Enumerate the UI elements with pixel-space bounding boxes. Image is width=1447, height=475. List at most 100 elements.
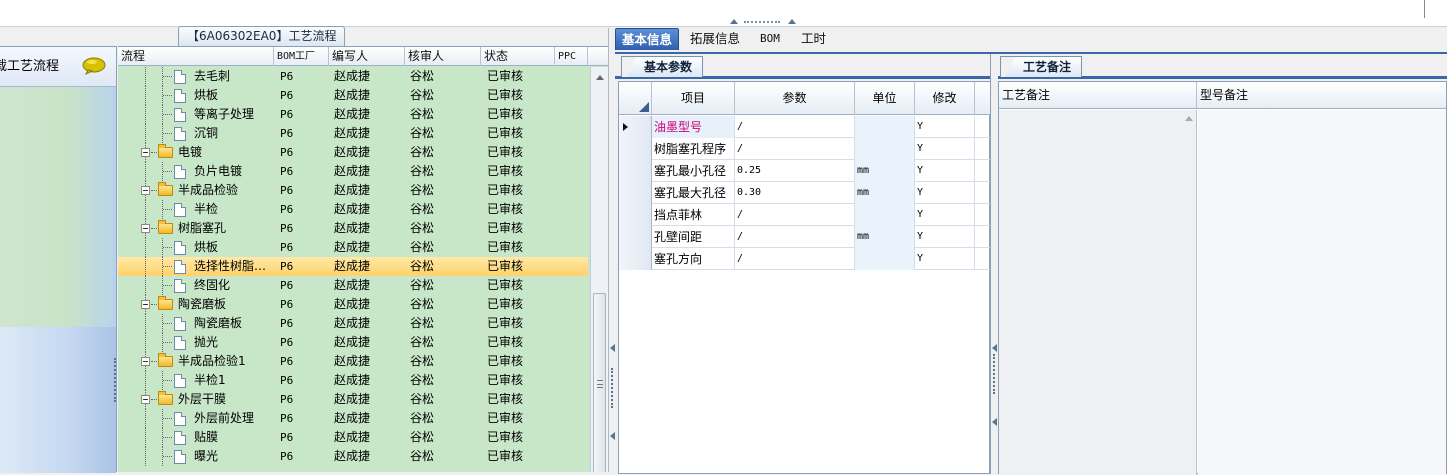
tree-group-row[interactable]: 电镀 P6 赵成捷 谷松 已审核 <box>118 143 588 162</box>
collapse-node-icon[interactable] <box>141 186 150 195</box>
row-indicator[interactable] <box>619 116 652 138</box>
tab-process-remarks[interactable]: 工艺备注 <box>1000 56 1083 77</box>
param-item-cell[interactable]: 塞孔方向 <box>652 248 735 270</box>
right-splitter-grip-icon[interactable] <box>993 354 996 394</box>
scroll-up-icon[interactable] <box>596 75 604 80</box>
tree-row[interactable]: 沉铜 P6 赵成捷 谷松 已审核 <box>118 124 588 143</box>
tree-node[interactable]: 贴膜 <box>118 428 274 447</box>
param-value-cell[interactable]: 0.25 <box>735 160 855 182</box>
collapse-node-icon[interactable] <box>141 395 150 404</box>
param-unit-cell[interactable] <box>855 116 915 138</box>
column-header-param[interactable]: 参数 <box>735 82 855 115</box>
column-header-auditor[interactable]: 核审人 <box>405 47 481 66</box>
row-indicator[interactable] <box>619 248 652 270</box>
tree-group-row[interactable]: 树脂塞孔 P6 赵成捷 谷松 已审核 <box>118 219 588 238</box>
tree-row[interactable]: 烘板 P6 赵成捷 谷松 已审核 <box>118 238 588 257</box>
param-row[interactable]: 塞孔最大孔径 0.30 mm Y <box>619 182 991 204</box>
tree-node[interactable]: 陶瓷磨板 <box>118 314 274 333</box>
param-row[interactable]: 挡点菲林 / Y <box>619 204 991 226</box>
collapse-left-icon[interactable] <box>992 344 997 352</box>
param-row[interactable]: 树脂塞孔程序 / Y <box>619 138 991 160</box>
param-value-cell[interactable]: / <box>735 204 855 226</box>
column-header-model-remark[interactable]: 型号备注 <box>1197 82 1446 109</box>
tree-row[interactable]: 终固化 P6 赵成捷 谷松 已审核 <box>118 276 588 295</box>
param-modify-cell[interactable]: Y <box>915 138 975 160</box>
splitter-grip-icon[interactable] <box>744 21 780 24</box>
chat-bubble-icon[interactable] <box>82 57 106 75</box>
tab-basic-params[interactable]: 基本参数 <box>621 56 704 77</box>
row-indicator-header[interactable] <box>619 82 652 115</box>
tab-basic-info[interactable]: 基本信息 <box>615 28 680 50</box>
tree-node[interactable]: 外层前处理 <box>118 409 274 428</box>
param-modify-cell[interactable]: Y <box>915 226 975 248</box>
tree-row[interactable]: 烘板 P6 赵成捷 谷松 已审核 <box>118 86 588 105</box>
param-item-cell[interactable]: 挡点菲林 <box>652 204 735 226</box>
collapse-node-icon[interactable] <box>141 148 150 157</box>
tree-row[interactable]: 曝光 P6 赵成捷 谷松 已审核 <box>118 447 588 466</box>
tree-row[interactable]: 半检 P6 赵成捷 谷松 已审核 <box>118 200 588 219</box>
right-splitter[interactable] <box>990 54 998 474</box>
tree-row[interactable]: 半检1 P6 赵成捷 谷松 已审核 <box>118 371 588 390</box>
column-header-writer[interactable]: 编写人 <box>329 47 405 66</box>
tree-node[interactable]: 抛光 <box>118 333 274 352</box>
tree-row[interactable]: 等离子处理 P6 赵成捷 谷松 已审核 <box>118 105 588 124</box>
tree-row[interactable]: 陶瓷磨板 P6 赵成捷 谷松 已审核 <box>118 314 588 333</box>
row-indicator[interactable] <box>619 226 652 248</box>
collapse-node-icon[interactable] <box>141 224 150 233</box>
row-indicator[interactable] <box>619 138 652 160</box>
param-unit-cell[interactable] <box>855 248 915 270</box>
main-splitter-grip-icon[interactable] <box>611 368 614 408</box>
select-all-corner-icon[interactable] <box>639 102 649 112</box>
param-item-cell[interactable]: 塞孔最小孔径 <box>652 160 735 182</box>
tab-extended-info[interactable]: 拓展信息 <box>684 28 746 50</box>
param-row[interactable]: 塞孔方向 / Y <box>619 248 991 270</box>
column-header-unit[interactable]: 单位 <box>855 82 915 115</box>
tree-node[interactable]: 半成品检验 <box>118 181 274 200</box>
process-remark-cell[interactable] <box>999 110 1197 475</box>
param-modify-cell[interactable]: Y <box>915 248 975 270</box>
row-indicator[interactable] <box>619 160 652 182</box>
param-value-cell[interactable]: / <box>735 138 855 160</box>
param-unit-cell[interactable] <box>855 204 915 226</box>
param-unit-cell[interactable]: mm <box>855 160 915 182</box>
tree-node[interactable]: 去毛刺 <box>118 67 274 86</box>
param-modify-cell[interactable]: Y <box>915 204 975 226</box>
param-value-cell[interactable]: / <box>735 248 855 270</box>
tree-node[interactable]: 负片电镀 <box>118 162 274 181</box>
scrollbar-thumb[interactable] <box>593 293 606 472</box>
collapse-node-icon[interactable] <box>141 300 150 309</box>
tree-group-row[interactable]: 外层干膜 P6 赵成捷 谷松 已审核 <box>118 390 588 409</box>
collapse-up-icon[interactable] <box>788 19 796 24</box>
tree-node[interactable]: 等离子处理 <box>118 105 274 124</box>
param-modify-cell[interactable]: Y <box>915 116 975 138</box>
param-item-cell[interactable]: 油墨型号 <box>652 116 735 138</box>
column-header-status[interactable]: 状态 <box>481 47 555 66</box>
load-process-flow-button[interactable]: 载工艺流程 <box>0 47 116 87</box>
tree-node[interactable]: 树脂塞孔 <box>118 219 274 238</box>
column-header-modify[interactable]: 修改 <box>915 82 975 115</box>
tree-vertical-scrollbar[interactable] <box>590 67 608 472</box>
tree-row[interactable]: 负片电镀 P6 赵成捷 谷松 已审核 <box>118 162 588 181</box>
tree-node[interactable]: 半检1 <box>118 371 274 390</box>
tree-node[interactable]: 电镀 <box>118 143 274 162</box>
param-modify-cell[interactable]: Y <box>915 160 975 182</box>
tab-work-hours[interactable]: 工时 <box>795 28 832 50</box>
tree-node[interactable]: 烘板 <box>118 238 274 257</box>
tree-node[interactable]: 沉铜 <box>118 124 274 143</box>
param-row[interactable]: 塞孔最小孔径 0.25 mm Y <box>619 160 991 182</box>
column-header-process-remark[interactable]: 工艺备注 <box>999 82 1197 109</box>
tree-row[interactable]: 贴膜 P6 赵成捷 谷松 已审核 <box>118 428 588 447</box>
collapse-up-icon[interactable] <box>730 19 738 24</box>
column-header-ppc[interactable]: PPC <box>555 47 588 66</box>
tree-group-row[interactable]: 半成品检验 P6 赵成捷 谷松 已审核 <box>118 181 588 200</box>
tree-row[interactable]: 抛光 P6 赵成捷 谷松 已审核 <box>118 333 588 352</box>
tree-node[interactable]: 烘板 <box>118 86 274 105</box>
model-remark-cell[interactable] <box>1198 110 1446 475</box>
param-row[interactable]: 孔壁间距 / mm Y <box>619 226 991 248</box>
param-item-cell[interactable]: 孔壁间距 <box>652 226 735 248</box>
row-indicator[interactable] <box>619 204 652 226</box>
top-splitter[interactable] <box>730 18 796 26</box>
column-header-item[interactable]: 项目 <box>652 82 735 115</box>
tree-group-row[interactable]: 陶瓷磨板 P6 赵成捷 谷松 已审核 <box>118 295 588 314</box>
left-splitter-grip-icon[interactable] <box>114 358 117 402</box>
